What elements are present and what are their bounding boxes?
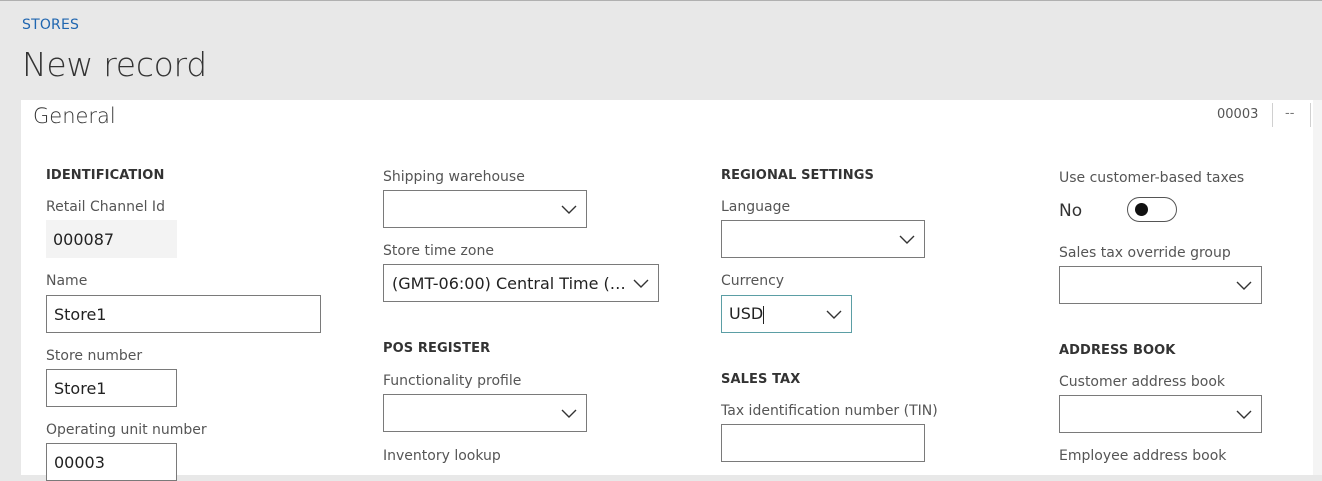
name-value: Store1 (54, 304, 107, 324)
channel-id-field: 000087 (46, 220, 177, 258)
chevron-down-icon[interactable] (825, 305, 843, 323)
functionality-profile-dropdown[interactable] (383, 394, 587, 432)
tin-label: Tax identification number (TIN) (721, 403, 938, 419)
store-number-input[interactable]: Store1 (46, 369, 177, 407)
operating-unit-label: Operating unit number (46, 422, 207, 438)
customer-based-taxes-value: No (1059, 201, 1083, 221)
functionality-profile-label: Functionality profile (383, 373, 522, 389)
currency-value: USD (729, 304, 764, 324)
regional-settings-group-label: REGIONAL SETTINGS (721, 168, 874, 183)
customer-based-taxes-label: Use customer-based taxes (1059, 170, 1245, 186)
summary-separator (1310, 103, 1311, 127)
chevron-down-icon[interactable] (560, 200, 578, 218)
chevron-down-icon[interactable] (1235, 276, 1253, 294)
shipping-warehouse-dropdown[interactable] (383, 190, 587, 228)
breadcrumb[interactable]: STORES (22, 17, 79, 33)
toggle-knob (1135, 203, 1148, 216)
operating-unit-input[interactable]: 00003 (46, 443, 177, 481)
pos-register-group-label: POS REGISTER (383, 341, 491, 356)
chevron-down-icon[interactable] (632, 274, 650, 292)
chevron-down-icon[interactable] (560, 404, 578, 422)
sales-tax-override-group-label: Sales tax override group (1059, 245, 1231, 261)
page-title: New record (22, 45, 207, 84)
chevron-down-icon[interactable] (898, 230, 916, 248)
name-input[interactable]: Store1 (46, 295, 321, 333)
section-collapse-toggle[interactable]: -- (1285, 106, 1294, 121)
channel-id-label: Retail Channel Id (46, 199, 165, 215)
store-number-value: Store1 (54, 378, 107, 398)
inventory-lookup-label: Inventory lookup (383, 448, 501, 464)
language-label: Language (721, 199, 791, 215)
customer-address-book-label: Customer address book (1059, 374, 1226, 390)
section-summary-value: 00003 (1217, 107, 1259, 122)
language-dropdown[interactable] (721, 220, 925, 258)
shipping-warehouse-label: Shipping warehouse (383, 169, 525, 185)
section-title[interactable]: General (33, 104, 116, 128)
store-timezone-label: Store time zone (383, 243, 494, 259)
customer-address-book-dropdown[interactable] (1059, 395, 1262, 433)
identification-group-label: IDENTIFICATION (46, 168, 165, 183)
text-cursor (763, 305, 765, 324)
operating-unit-value: 00003 (54, 452, 105, 472)
sales-tax-override-group-dropdown[interactable] (1059, 266, 1262, 304)
store-timezone-dropdown[interactable]: (GMT-06:00) Central Time (US & Canada) (383, 264, 659, 302)
channel-id-value: 000087 (53, 229, 115, 249)
panel-edge (1312, 100, 1322, 475)
address-book-group-label: ADDRESS BOOK (1059, 343, 1176, 358)
customer-based-taxes-toggle[interactable] (1127, 197, 1177, 222)
name-label: Name (46, 273, 88, 289)
top-border (0, 0, 1322, 1)
tin-input[interactable] (721, 424, 925, 462)
general-fasttab: General 00003 -- IDENTIFICATION Retail C… (21, 100, 1313, 481)
sales-tax-group-label: SALES TAX (721, 372, 801, 387)
store-number-label: Store number (46, 348, 143, 364)
currency-dropdown[interactable]: USD (721, 295, 852, 333)
summary-separator (1272, 103, 1273, 127)
employee-address-book-label: Employee address book (1059, 448, 1227, 464)
currency-label: Currency (721, 273, 785, 289)
store-timezone-value: (GMT-06:00) Central Time (US & Canada) (392, 273, 632, 293)
chevron-down-icon[interactable] (1235, 405, 1253, 423)
